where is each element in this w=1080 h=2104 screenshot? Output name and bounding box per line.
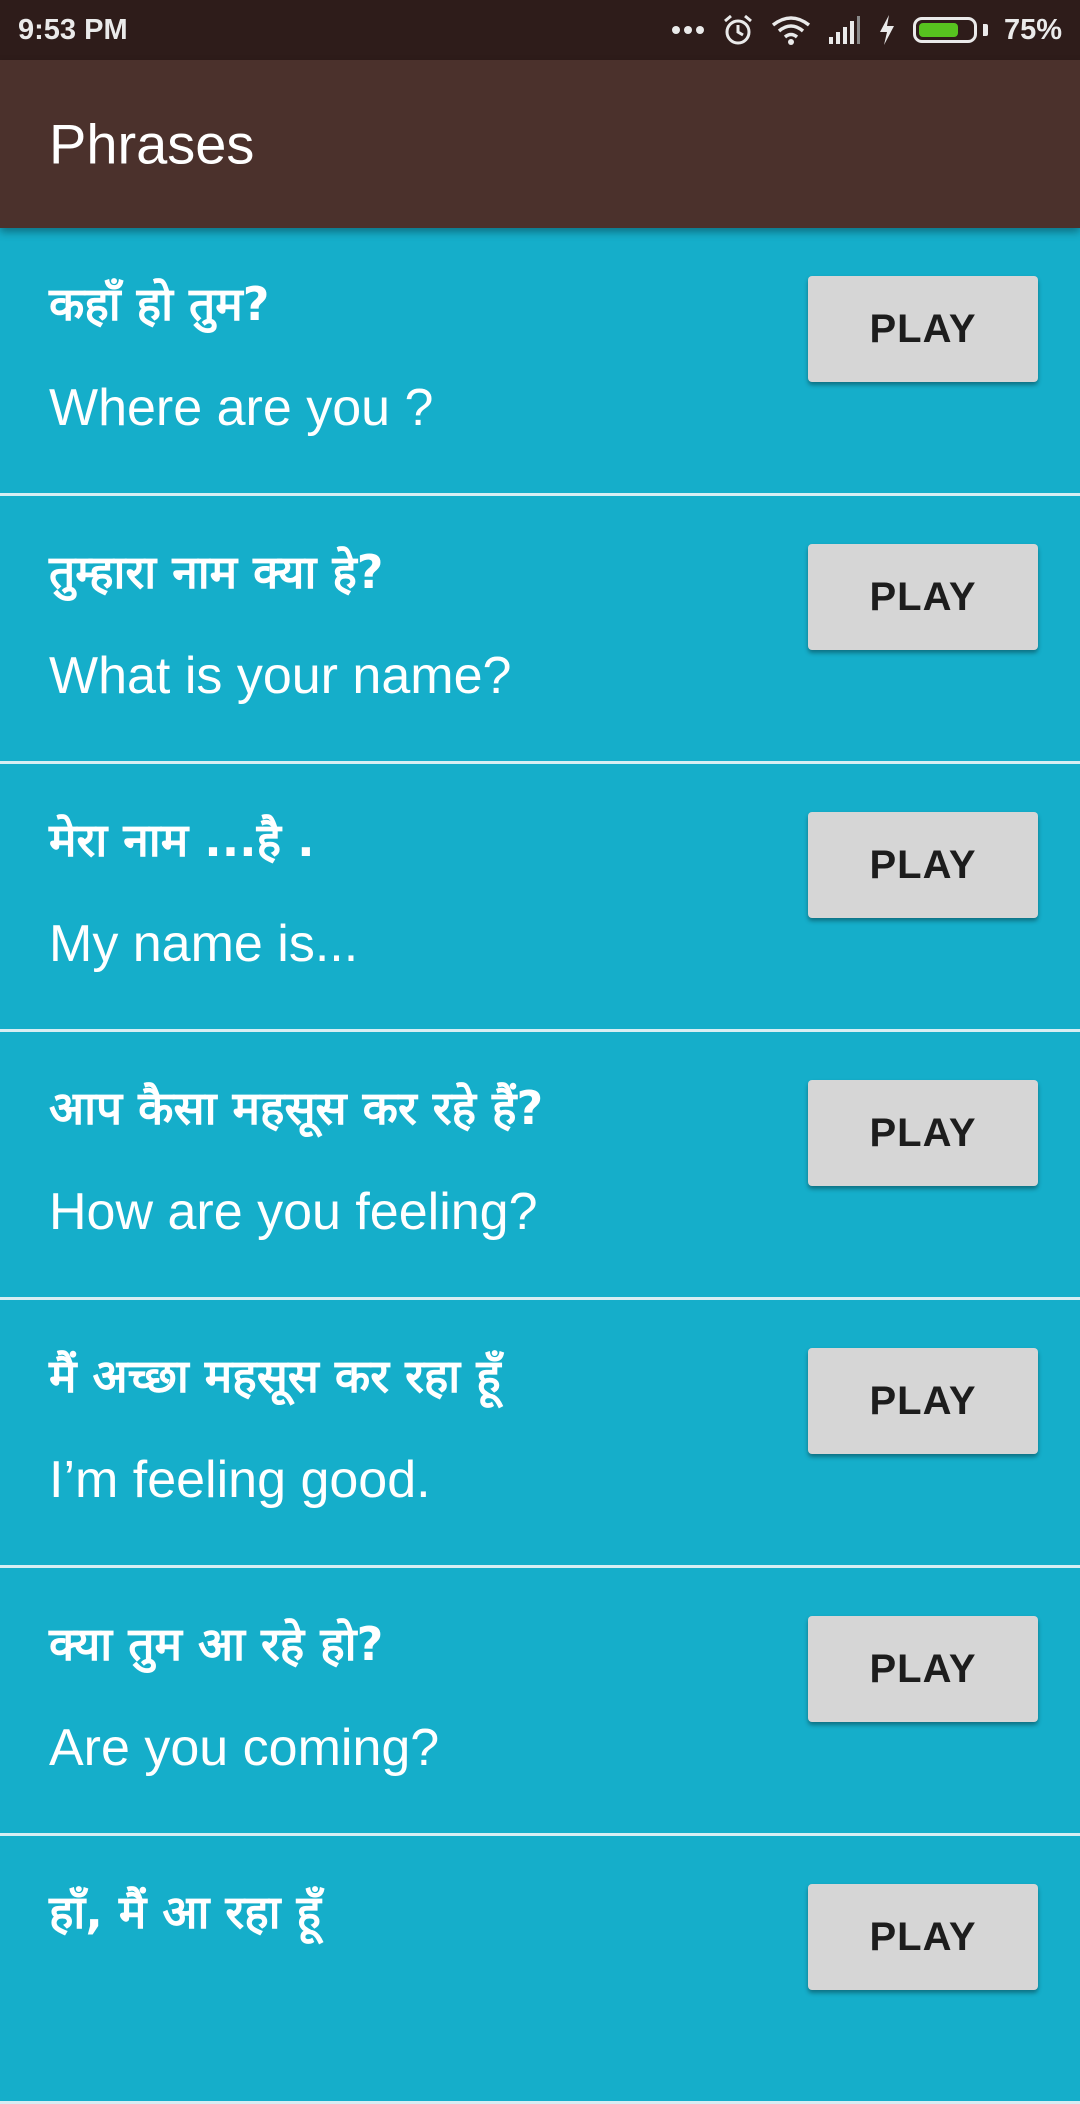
hindi-phrase: मेरा नाम ...है .: [49, 813, 315, 867]
hindi-phrase: क्या तुम आ रहे हो?: [49, 1617, 384, 1671]
list-item: मेरा नाम ...है . My name is... PLAY: [0, 764, 1080, 1032]
list-item: क्या तुम आ रहे हो? Are you coming? PLAY: [0, 1568, 1080, 1836]
play-button[interactable]: PLAY: [808, 1884, 1038, 1990]
hindi-phrase: तुम्हारा नाम क्या हे?: [49, 545, 384, 599]
battery-fill: [918, 23, 958, 37]
page-title: Phrases: [49, 112, 255, 176]
battery-body: [912, 17, 977, 43]
english-translation: My name is...: [49, 915, 359, 973]
hindi-phrase: आप कैसा महसूस कर रहे हैं?: [49, 1081, 544, 1135]
english-translation: I’m feeling good.: [49, 1451, 431, 1509]
hindi-phrase: मैं अच्छा महसूस कर रहा हूँ: [49, 1349, 501, 1403]
hindi-phrase: हाँ, मैं आ रहा हूँ: [49, 1885, 321, 1939]
play-button[interactable]: PLAY: [808, 1080, 1038, 1186]
play-button[interactable]: PLAY: [808, 1616, 1038, 1722]
battery-icon: [912, 17, 988, 43]
play-button[interactable]: PLAY: [808, 812, 1038, 918]
list-item: तुम्हारा नाम क्या हे? What is your name?…: [0, 496, 1080, 764]
english-translation: Where are you ?: [49, 379, 434, 437]
alarm-icon: [721, 13, 755, 47]
charging-bolt-icon: [877, 14, 897, 46]
battery-percent: 75%: [1003, 13, 1062, 46]
status-time: 9:53 PM: [18, 13, 128, 46]
list-item: आप कैसा महसूस कर रहे हैं? How are you fe…: [0, 1032, 1080, 1300]
battery-cap: [982, 24, 988, 36]
status-icons: 75%: [671, 13, 1062, 47]
play-button[interactable]: PLAY: [808, 544, 1038, 650]
list-item: हाँ, मैं आ रहा हूँ PLAY: [0, 1836, 1080, 2104]
signal-icon: [827, 15, 861, 45]
english-translation: What is your name?: [49, 647, 512, 705]
hindi-phrase: कहाँ हो तुम?: [49, 277, 270, 331]
list-item: मैं अच्छा महसूस कर रहा हूँ I’m feeling g…: [0, 1300, 1080, 1568]
more-dots-icon: [671, 25, 705, 35]
play-button[interactable]: PLAY: [808, 1348, 1038, 1454]
play-button[interactable]: PLAY: [808, 276, 1038, 382]
english-translation: Are you coming?: [49, 1719, 440, 1777]
app-bar: Phrases: [0, 60, 1080, 228]
phrase-list[interactable]: कहाँ हो तुम? Where are you ? PLAY तुम्हा…: [0, 228, 1080, 2104]
english-translation: How are you feeling?: [49, 1183, 538, 1241]
list-item: कहाँ हो तुम? Where are you ? PLAY: [0, 228, 1080, 496]
status-bar: 9:53 PM 75%: [0, 0, 1080, 60]
wifi-icon: [771, 15, 811, 45]
